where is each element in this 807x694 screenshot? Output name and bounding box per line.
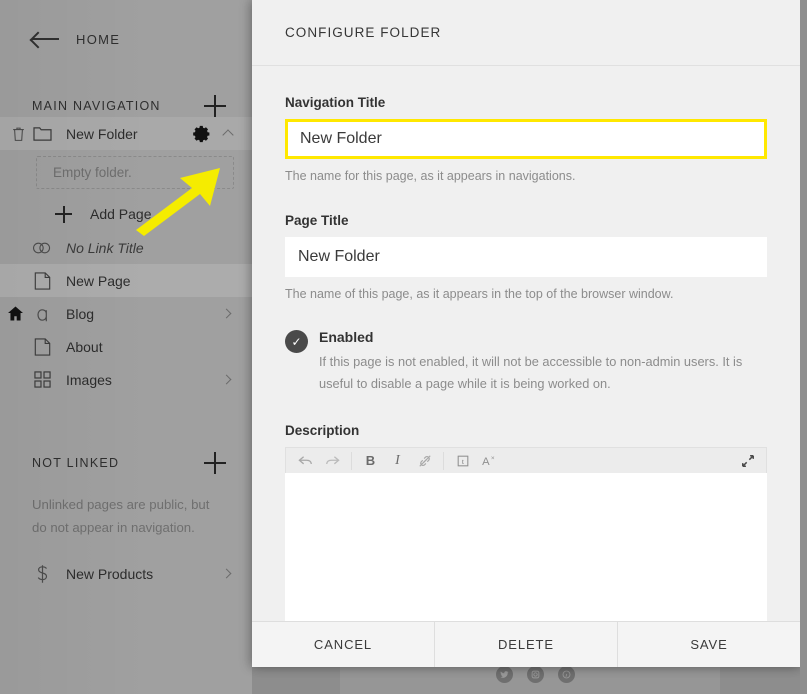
enabled-help: If this page is not enabled, it will not… xyxy=(319,354,743,392)
sidebar-item-label: Blog xyxy=(66,305,95,322)
chevron-right-icon[interactable] xyxy=(221,374,232,385)
configure-folder-dialog: CONFIGURE FOLDER Navigation Title The na… xyxy=(252,0,800,667)
plus-icon xyxy=(55,205,72,223)
chevron-right-icon[interactable] xyxy=(221,568,232,579)
description-label: Description xyxy=(285,423,360,439)
clear-format-icon[interactable]: A × xyxy=(476,449,503,473)
arrow-left-icon xyxy=(32,31,59,47)
add-not-linked-item-button[interactable] xyxy=(204,452,226,474)
empty-folder-placeholder: Empty folder. xyxy=(36,156,234,189)
app-root: HOME MAIN NAVIGATION New Folder Empty fo… xyxy=(0,0,807,694)
trash-icon[interactable] xyxy=(8,124,28,144)
enabled-checkbox[interactable]: ✓ xyxy=(285,330,308,354)
gear-icon[interactable] xyxy=(192,124,212,144)
home-indicator-icon xyxy=(8,306,23,321)
section-header-main-navigation: MAIN NAVIGATION xyxy=(0,95,252,117)
page-title-input[interactable] xyxy=(285,237,767,278)
svg-text:A: A xyxy=(482,456,490,468)
empty-folder-text: Empty folder. xyxy=(53,165,132,180)
social-links-row xyxy=(496,666,575,683)
save-button[interactable]: SAVE xyxy=(617,622,800,667)
dialog-body: Navigation Title The name for this page,… xyxy=(252,66,800,621)
blog-a-icon xyxy=(32,304,52,324)
folder-icon xyxy=(32,124,52,144)
sidebar-item-no-link-title[interactable]: No Link Title xyxy=(0,231,252,264)
description-editor[interactable] xyxy=(285,473,767,621)
twitter-icon xyxy=(496,666,513,683)
add-page-label: Add Page xyxy=(90,206,152,222)
toolbar-divider xyxy=(443,451,444,470)
page-title-help: The name of this page, as it appears in … xyxy=(285,287,674,302)
page-title-label: Page Title xyxy=(285,213,349,229)
dialog-footer: CANCEL DELETE SAVE xyxy=(252,621,800,667)
sidebar-item-label: No Link Title xyxy=(66,239,144,256)
navigation-title-help: The name for this page, as it appears in… xyxy=(285,169,576,183)
sidebar-item-images[interactable]: Images xyxy=(0,363,252,396)
enabled-field: ✓ Enabled If this page is not enabled, i… xyxy=(285,329,767,395)
enabled-label: Enabled xyxy=(319,329,374,346)
instagram-icon xyxy=(527,666,544,683)
navigation-sidebar: HOME MAIN NAVIGATION New Folder Empty fo… xyxy=(0,0,252,694)
sidebar-item-blog[interactable]: Blog xyxy=(0,297,252,330)
delete-button[interactable]: DELETE xyxy=(434,622,617,667)
pinterest-icon xyxy=(558,666,575,683)
add-main-navigation-item-button[interactable] xyxy=(204,95,226,117)
text-box-icon[interactable]: t xyxy=(449,449,476,473)
italic-icon[interactable]: I xyxy=(384,449,411,473)
sidebar-item-label: New Folder xyxy=(66,125,138,142)
navigation-title-label: Navigation Title xyxy=(285,95,386,110)
redo-icon[interactable] xyxy=(319,449,346,473)
sidebar-item-new-page[interactable]: New Page xyxy=(0,264,252,297)
sidebar-item-new-products[interactable]: New Products xyxy=(0,557,252,590)
sidebar-item-label: About xyxy=(66,338,103,355)
chevron-up-icon[interactable] xyxy=(222,129,234,141)
dialog-right-gutter xyxy=(800,0,807,694)
expand-icon[interactable] xyxy=(736,449,760,473)
navigation-title-input[interactable] xyxy=(285,119,767,159)
section-title-main-navigation: MAIN NAVIGATION xyxy=(32,99,161,113)
svg-text:×: × xyxy=(490,455,494,462)
home-back-row[interactable]: HOME xyxy=(0,0,252,47)
sidebar-item-label: New Page xyxy=(66,272,131,289)
toolbar-divider xyxy=(351,451,352,470)
section-header-not-linked: NOT LINKED xyxy=(0,452,252,474)
sidebar-item-about[interactable]: About xyxy=(0,330,252,363)
bold-icon[interactable]: B xyxy=(357,449,384,473)
page-icon xyxy=(32,337,52,357)
cancel-button[interactable]: CANCEL xyxy=(252,622,434,667)
add-page-button[interactable]: Add Page xyxy=(0,197,252,231)
sidebar-item-label: Images xyxy=(66,371,112,388)
not-linked-description: Unlinked pages are public, but do not ap… xyxy=(32,497,210,535)
section-title-not-linked: NOT LINKED xyxy=(32,456,120,470)
enabled-texts: Enabled If this page is not enabled, it … xyxy=(319,329,767,395)
dialog-title: CONFIGURE FOLDER xyxy=(285,25,442,40)
svg-text:t: t xyxy=(462,458,464,466)
sidebar-item-label: New Products xyxy=(66,565,154,582)
grid-icon xyxy=(32,370,52,390)
home-label: HOME xyxy=(76,31,121,47)
unlink-icon[interactable] xyxy=(411,449,438,473)
dollar-icon xyxy=(32,564,52,584)
page-icon xyxy=(32,271,52,291)
rich-text-toolbar: B I t A × xyxy=(285,447,767,474)
link-icon xyxy=(32,238,52,258)
dialog-header: CONFIGURE FOLDER xyxy=(252,0,800,66)
undo-icon[interactable] xyxy=(292,449,319,473)
sidebar-item-new-folder[interactable]: New Folder xyxy=(0,117,252,150)
chevron-right-icon[interactable] xyxy=(221,308,232,319)
